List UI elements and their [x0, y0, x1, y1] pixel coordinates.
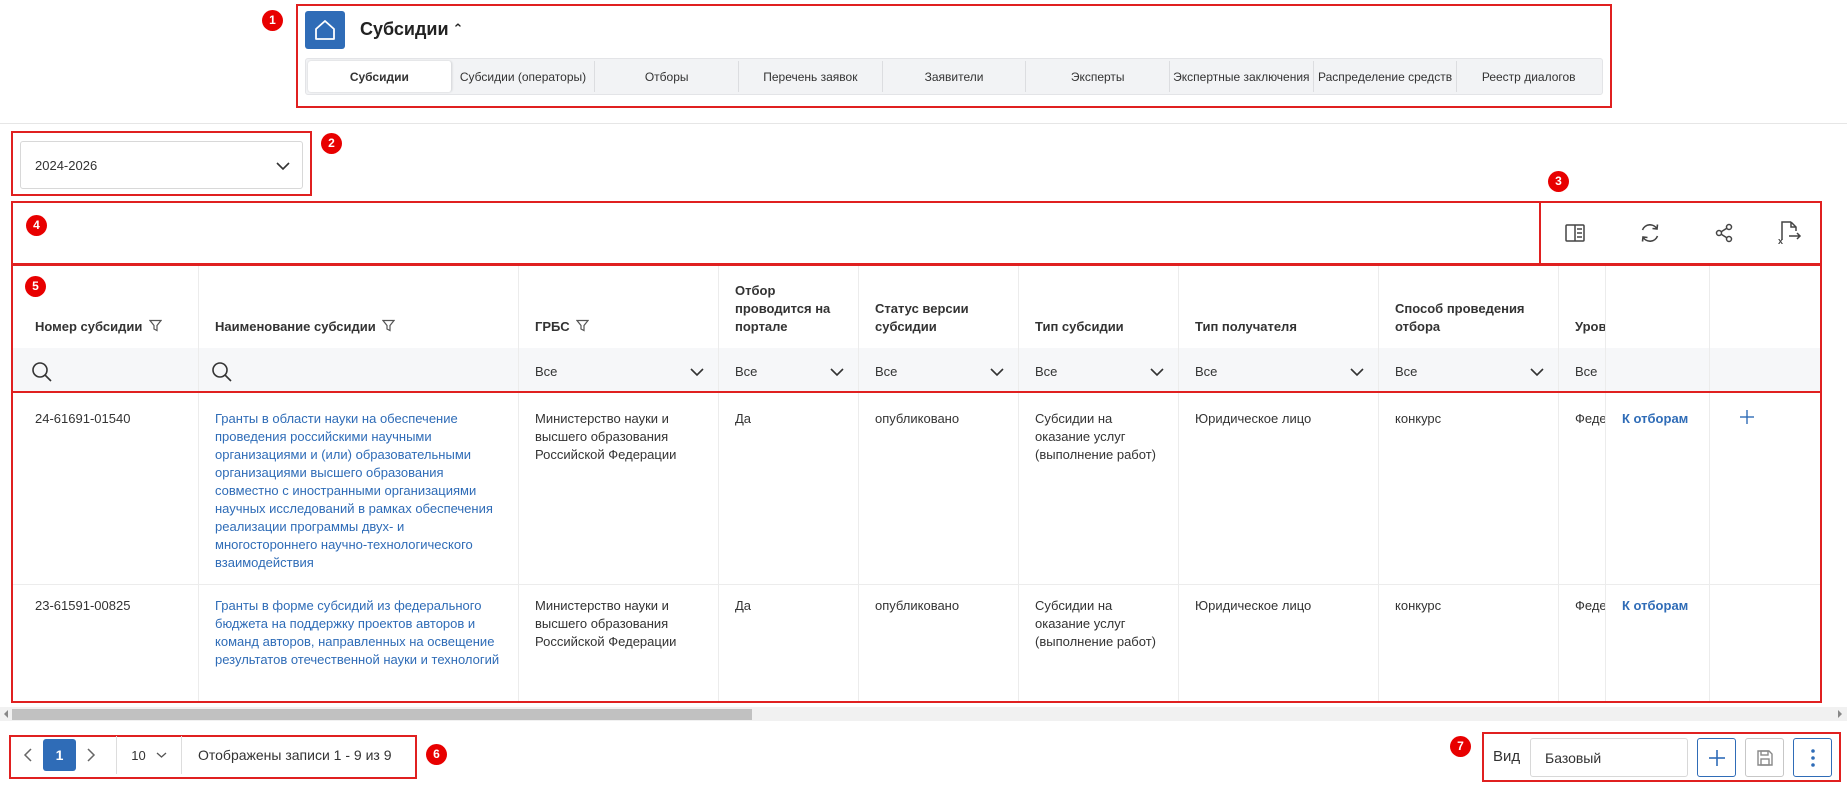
annotation-box-5-header	[11, 264, 1822, 393]
period-select[interactable]: 2024-2026	[20, 141, 303, 189]
app-title: Субсидии	[360, 19, 449, 39]
annotation-box-4	[11, 201, 1541, 265]
tab-applications-list[interactable]: Перечень заявок	[739, 61, 883, 92]
view-label: Вид	[1493, 748, 1521, 765]
home-icon	[315, 20, 335, 40]
more-vertical-icon	[1810, 748, 1815, 767]
page-size-select[interactable]: 10	[116, 736, 182, 774]
page-size-value: 10	[131, 747, 146, 763]
tab-subsidies[interactable]: Субсидии	[308, 61, 452, 92]
tab-expert-conclusions[interactable]: Экспертные заключения	[1170, 61, 1314, 92]
tab-subsidies-operators[interactable]: Субсидии (операторы)	[452, 61, 596, 92]
annotation-marker-7: 7	[1450, 736, 1471, 757]
more-options-button[interactable]	[1793, 738, 1832, 777]
home-button[interactable]	[305, 11, 345, 49]
period-select-value: 2024-2026	[35, 158, 98, 173]
main-tabs: Субсидии Субсидии (операторы) Отборы Пер…	[305, 58, 1603, 95]
plus-icon	[1708, 749, 1725, 766]
add-view-button[interactable]	[1697, 738, 1736, 777]
save-icon	[1756, 749, 1773, 766]
save-view-button[interactable]	[1745, 738, 1784, 777]
view-name-input[interactable]: Базовый	[1530, 738, 1688, 777]
scroll-right-arrow-icon[interactable]	[1836, 709, 1844, 719]
refresh-icon	[1641, 224, 1659, 242]
annotation-marker-4: 4	[26, 215, 47, 236]
excel-export-icon: x	[1778, 221, 1802, 246]
tab-selections[interactable]: Отборы	[595, 61, 740, 92]
annotation-box-5-body	[11, 391, 1822, 703]
chevron-down-icon	[156, 752, 167, 758]
share-button[interactable]	[1710, 219, 1738, 247]
tab-experts[interactable]: Эксперты	[1026, 61, 1171, 92]
caret-up-icon: ⌃	[452, 21, 464, 36]
annotation-marker-2: 2	[321, 133, 342, 154]
refresh-button[interactable]	[1636, 219, 1664, 247]
pagination: 1 10 Отображены записи 1 - 9 из 9	[13, 736, 392, 774]
records-info: Отображены записи 1 - 9 из 9	[198, 747, 392, 763]
columns-icon	[1565, 224, 1585, 242]
column-settings-button[interactable]	[1561, 219, 1589, 247]
horizontal-scrollbar-thumb[interactable]	[12, 709, 752, 720]
annotation-marker-3: 3	[1548, 171, 1569, 192]
annotation-marker-5: 5	[25, 276, 46, 297]
next-page-button[interactable]	[76, 739, 106, 771]
tab-applicants[interactable]: Заявители	[883, 61, 1027, 92]
current-page-button[interactable]: 1	[43, 739, 76, 771]
share-icon	[1715, 223, 1733, 243]
svg-text:x: x	[1778, 236, 1783, 246]
annotation-marker-6: 6	[426, 744, 447, 765]
scroll-left-arrow-icon[interactable]	[2, 709, 10, 719]
tab-funds-distribution[interactable]: Распределение средств	[1314, 61, 1458, 92]
annotation-marker-1: 1	[262, 10, 283, 31]
prev-page-button[interactable]	[13, 739, 43, 771]
chevron-right-icon	[87, 748, 96, 762]
chevron-down-icon	[276, 162, 290, 171]
header-divider	[0, 123, 1847, 124]
tab-dialog-registry[interactable]: Реестр диалогов	[1457, 61, 1600, 92]
export-excel-button[interactable]: x	[1775, 219, 1803, 247]
app-title-toggle[interactable]: Субсидии ⌃	[360, 19, 463, 40]
chevron-left-icon	[23, 748, 32, 762]
